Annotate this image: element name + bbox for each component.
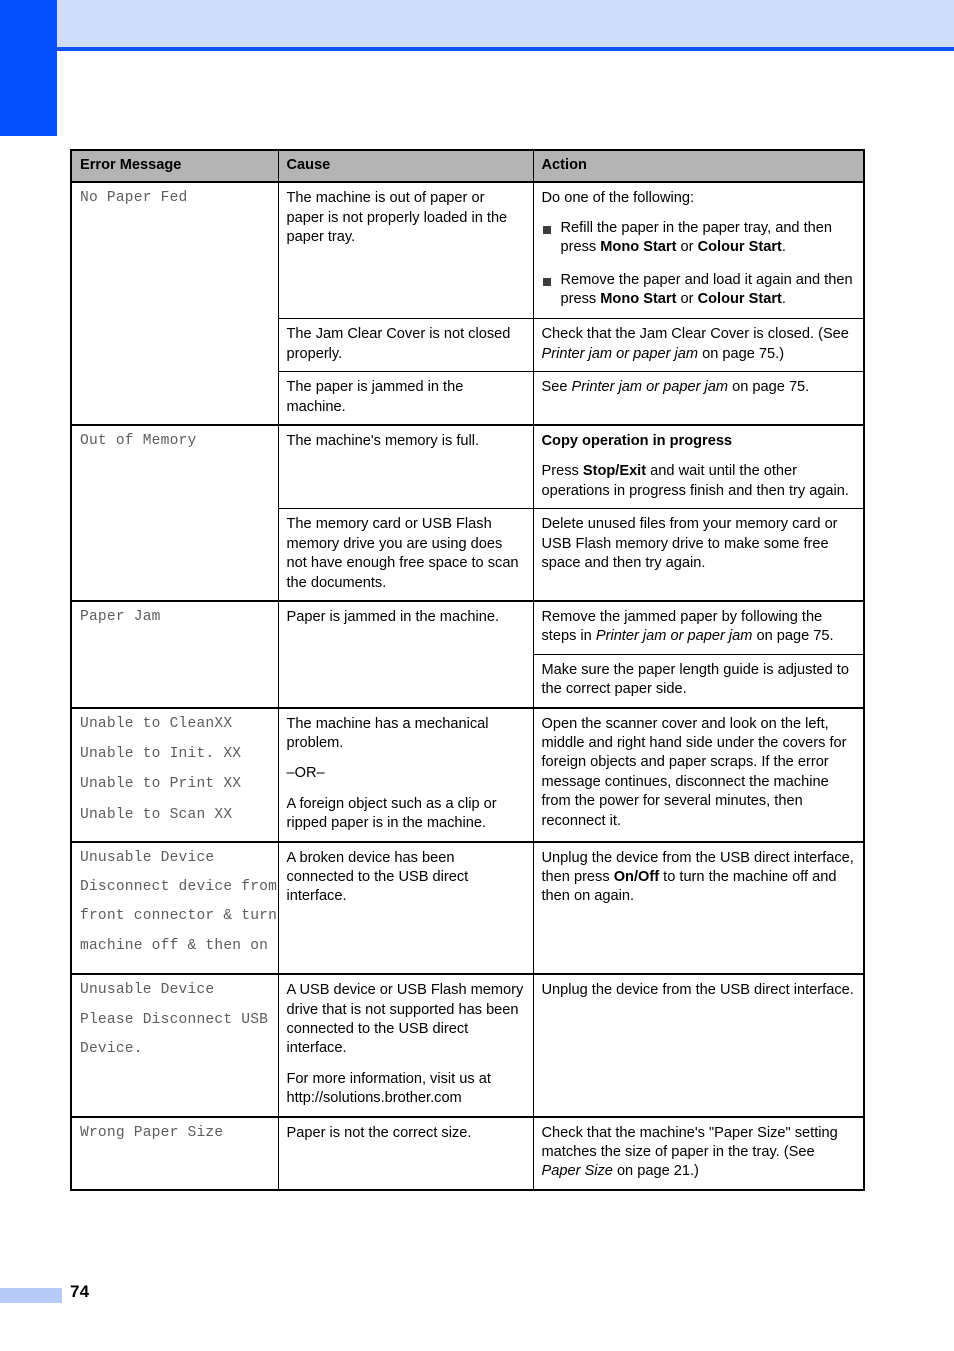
cell-action: Make sure the paper length guide is adju… <box>532 653 865 709</box>
table-row: No Paper Fed The machine is out of paper… <box>70 181 865 426</box>
cell-action: Remove the jammed paper by following the… <box>532 599 865 655</box>
header-rule <box>57 47 954 51</box>
cell-error-message: Unusable Device Disconnect device from f… <box>70 840 279 975</box>
cell-action: Do one of the following: Refill the pape… <box>532 181 865 320</box>
header-side-tab <box>0 0 57 136</box>
cell-action: Check that the Jam Clear Cover is closed… <box>532 318 865 373</box>
table-row: Out of Memory The machine's memory is fu… <box>70 424 865 602</box>
cell-cause: The machine is out of paper or paper is … <box>277 181 534 320</box>
footer-side-tab <box>0 1288 62 1303</box>
cell-action: Delete unused files from your memory car… <box>532 508 865 602</box>
page-number: 74 <box>70 1282 90 1301</box>
column-header-cause: Cause <box>277 149 534 183</box>
column-header-action: Action <box>532 149 865 183</box>
list-item: Remove the paper and load it again and t… <box>542 271 856 310</box>
error-message-table-container: Error Message Cause Action No Paper Fed … <box>70 149 865 1191</box>
cell-error-message: Out of Memory <box>70 424 279 602</box>
cell-cause: Paper is jammed in the machine. <box>277 599 534 709</box>
cell-error-message: Paper Jam <box>70 599 279 709</box>
list-item: Refill the paper in the paper tray, and … <box>542 219 856 258</box>
cell-error-message: Wrong Paper Size <box>70 1115 279 1191</box>
table-row: Wrong Paper Size Paper is not the correc… <box>70 1115 865 1191</box>
cell-error-message: Unable to CleanXX Unable to Init. XX Una… <box>70 706 279 843</box>
cell-cause: Paper is not the correct size. <box>277 1115 534 1191</box>
cell-cause: The machine's memory is full. <box>277 424 534 510</box>
cell-action: Unplug the device from the USB direct in… <box>532 973 865 1118</box>
table-header-row: Error Message Cause Action <box>70 149 865 183</box>
table-row: Paper Jam Paper is jammed in the machine… <box>70 599 865 709</box>
cell-cause: A broken device has been connected to th… <box>277 840 534 975</box>
cell-error-message: Unusable Device Please Disconnect USB De… <box>70 973 279 1118</box>
action-bullet-list: Refill the paper in the paper tray, and … <box>542 219 856 310</box>
cell-action: Open the scanner cover and look on the l… <box>532 706 865 843</box>
table-row: Unusable Device Disconnect device from f… <box>70 840 865 975</box>
cell-error-message: No Paper Fed <box>70 181 279 426</box>
cell-action: Copy operation in progress Press Stop/Ex… <box>532 424 865 510</box>
cell-action: Unplug the device from the USB direct in… <box>532 840 865 975</box>
column-header-error-message: Error Message <box>70 149 279 183</box>
cell-cause: The machine has a mechanical problem. –O… <box>277 706 534 843</box>
cell-cause: The Jam Clear Cover is not closed proper… <box>277 318 534 373</box>
cell-cause: The memory card or USB Flash memory driv… <box>277 508 534 602</box>
error-message-table: Error Message Cause Action No Paper Fed … <box>70 149 865 1191</box>
cell-cause: The paper is jammed in the machine. <box>277 371 534 426</box>
cell-action: Check that the machine's "Paper Size" se… <box>532 1115 865 1191</box>
header-band <box>57 0 954 47</box>
table-row: Unusable Device Please Disconnect USB De… <box>70 973 865 1118</box>
cell-action: See Printer jam or paper jam on page 75. <box>532 371 865 426</box>
cell-cause: A USB device or USB Flash memory drive t… <box>277 973 534 1118</box>
table-row: Unable to CleanXX Unable to Init. XX Una… <box>70 706 865 843</box>
